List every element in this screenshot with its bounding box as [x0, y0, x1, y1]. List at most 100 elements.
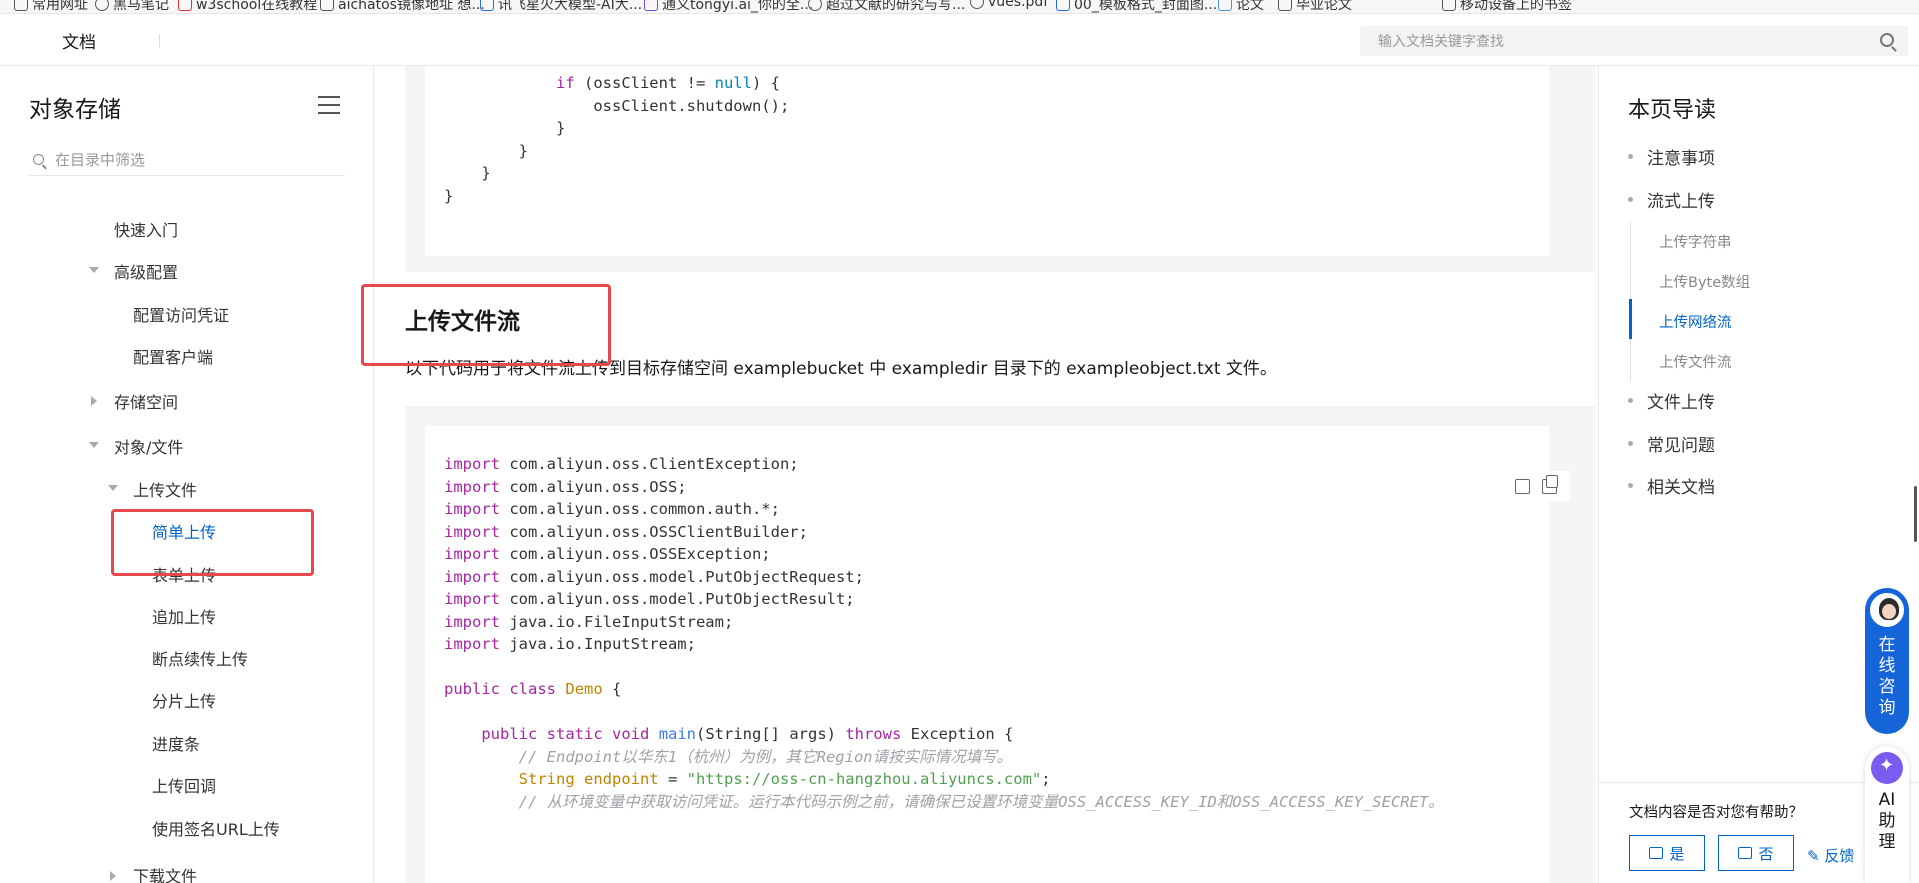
feedback-no-button[interactable]: 否 — [1718, 835, 1794, 871]
online-consult-button[interactable]: 在线咨询 — [1865, 588, 1909, 734]
sidebar-item-client-config[interactable]: 配置客户端 — [133, 344, 213, 368]
sidebar-item-upload-callback[interactable]: 上传回调 — [152, 773, 216, 797]
sidebar-item-advanced-config[interactable]: 高级配置 — [114, 259, 178, 283]
code-toolbar — [1502, 471, 1570, 501]
feedback-yes-button[interactable]: 是 — [1629, 835, 1705, 871]
main-content: if (ossClient != null) { ossClient.shutd… — [374, 66, 1598, 883]
bookmark-item[interactable]: 移动设备上的书签 — [1442, 0, 1572, 13]
caret-down-icon[interactable] — [108, 485, 118, 491]
toc-item-file-upload[interactable]: 文件上传 — [1628, 388, 1715, 413]
sidebar-item-download-files[interactable]: 下载文件 — [133, 863, 197, 883]
code-main-text: import com.aliyun.oss.ClientException; im… — [444, 426, 1549, 811]
agent-avatar — [1868, 591, 1906, 629]
folder-icon — [1056, 0, 1070, 11]
toc-item-related-docs[interactable]: 相关文档 — [1628, 473, 1715, 498]
code-line: // 从环境变量中获取访问凭证。运行本代码示例之前，请确保已设置环境变量OSS_… — [518, 792, 1444, 811]
toc-title: 本页导读 — [1628, 98, 1717, 123]
code-line: // Endpoint以华东1（杭州）为例，其它Region请按实际情况填写。 — [518, 747, 1013, 766]
search-icon[interactable] — [1880, 33, 1894, 47]
sidebar-item-signed-url-upload[interactable]: 使用签名URL上传 — [152, 816, 280, 840]
code-line: ossClient.shutdown(); — [593, 96, 790, 115]
globe-icon — [95, 0, 109, 11]
code-block-top-inner: if (ossClient != null) { ossClient.shutd… — [425, 66, 1549, 256]
code-line: import com.aliyun.oss.OSSClientBuilder; — [444, 522, 808, 541]
code-line: } — [518, 141, 528, 160]
section-title-upload-file-stream: 上传文件流 — [405, 309, 520, 335]
search-icon — [33, 154, 44, 165]
header-divider — [159, 34, 160, 48]
code-line: import com.aliyun.oss.OSS; — [444, 477, 687, 496]
bullet-icon — [1628, 483, 1633, 488]
ai-assistant-icon — [1871, 752, 1903, 784]
code-line: } — [444, 186, 454, 205]
online-consult-label: 在线咨询 — [1878, 635, 1896, 718]
toc-sub-upload-network-stream[interactable]: 上传网络流 — [1659, 311, 1732, 332]
bookmark-item[interactable]: vues.pdf — [970, 0, 1048, 10]
menu-icon[interactable] — [318, 96, 340, 114]
caret-down-icon[interactable] — [89, 442, 99, 448]
toc-item-faq[interactable]: 常见问题 — [1628, 431, 1715, 456]
section-description: 以下代码用于将文件流上传到目标存储空间 examplebucket 中 exam… — [405, 359, 1277, 379]
sidebar-item-access-credentials[interactable]: 配置访问凭证 — [133, 302, 229, 326]
code-line: import java.io.FileInputStream; — [444, 612, 734, 631]
sidebar-item-form-upload[interactable]: 表单上传 — [152, 562, 216, 586]
bookmark-item[interactable]: 黑马笔记 — [95, 0, 169, 13]
sidebar-filter — [29, 144, 345, 176]
tongyi-icon — [644, 0, 658, 11]
toc-sub-upload-byte-array[interactable]: 上传Byte数组 — [1659, 271, 1750, 292]
toc-sub-upload-file-stream[interactable]: 上传文件流 — [1659, 351, 1732, 372]
doc-search-input[interactable] — [1360, 26, 1860, 56]
toc-sub-upload-string[interactable]: 上传字符串 — [1659, 231, 1732, 252]
caret-down-icon[interactable] — [89, 267, 99, 273]
bullet-icon — [1628, 197, 1633, 202]
bookmark-item[interactable]: 常用网址 — [14, 0, 88, 13]
top-header: 文档 — [0, 14, 1919, 66]
bookmark-item[interactable]: aichatos镜像地址 想... — [320, 0, 485, 13]
caret-right-icon[interactable] — [110, 871, 116, 881]
gear-icon — [320, 0, 334, 11]
sidebar-item-quickstart[interactable]: 快速入门 — [114, 217, 178, 241]
caret-right-icon[interactable] — [91, 396, 97, 406]
feedback-question: 文档内容是否对您有帮助？ — [1629, 805, 1803, 821]
mobile-icon — [1442, 0, 1456, 11]
folder-icon — [1278, 0, 1292, 11]
bookmarks-bar: 常用网址 黑马笔记 w3school在线教程 aichatos镜像地址 想...… — [0, 0, 1919, 14]
bookmark-item[interactable]: 00_模板格式_封面图... — [1056, 0, 1217, 13]
run-code-icon[interactable] — [1515, 478, 1530, 494]
feedback-link[interactable]: ✎ 反馈 — [1807, 845, 1854, 866]
code-line: } — [555, 119, 566, 137]
code-block-top: if (ossClient != null) { ossClient.shutd… — [405, 66, 1595, 272]
code-line: String endpoint = "https://oss-cn-hangzh… — [518, 770, 1051, 788]
sidebar-item-resumable-upload[interactable]: 断点续传上传 — [152, 646, 248, 670]
toc-item-notes[interactable]: 注意事项 — [1628, 144, 1715, 169]
bookmark-item[interactable]: 讯飞星火大模型-AI大... — [480, 0, 642, 13]
thumbs-down-icon — [1738, 847, 1753, 859]
toc-item-stream-upload[interactable]: 流式上传 — [1628, 187, 1715, 212]
bookmark-item[interactable]: 论文 — [1218, 0, 1264, 13]
bookmark-item[interactable]: 毕业论文 — [1278, 0, 1352, 13]
sidebar-item-simple-upload[interactable]: 简单上传 — [152, 519, 216, 543]
bullet-icon — [1628, 441, 1633, 446]
sidebar-item-buckets[interactable]: 存储空间 — [114, 389, 178, 413]
bookmark-item[interactable]: w3school在线教程 — [178, 0, 317, 13]
sidebar-filter-input[interactable] — [55, 148, 335, 172]
header-doc-title[interactable]: 文档 — [62, 28, 96, 53]
copy-icon[interactable] — [1542, 474, 1558, 494]
page-scrollbar-thumb[interactable] — [1914, 486, 1917, 542]
sidebar-item-progress-bar[interactable]: 进度条 — [152, 731, 200, 755]
code-line: } — [481, 164, 491, 182]
sidebar-item-append-upload[interactable]: 追加上传 — [152, 604, 216, 628]
code-line: import com.aliyun.oss.ClientException; — [444, 455, 799, 473]
code-block-main: import com.aliyun.oss.ClientException; im… — [405, 406, 1595, 883]
sidebar-item-multipart-upload[interactable]: 分片上传 — [152, 688, 216, 712]
sidebar-item-objects[interactable]: 对象/文件 — [114, 434, 183, 458]
code-top-text: if (ossClient != null) { ossClient.shutd… — [444, 66, 1549, 205]
bookmark-item[interactable]: 超过文献的研究与写... — [808, 0, 965, 13]
bookmark-item[interactable]: 通义tongyi.ai_你的全... — [644, 0, 813, 13]
globe-icon — [808, 0, 822, 11]
bullet-icon — [1628, 398, 1633, 403]
sidebar-item-upload-files[interactable]: 上传文件 — [133, 477, 197, 501]
ai-assistant-button[interactable]: AI助理 — [1865, 746, 1909, 883]
